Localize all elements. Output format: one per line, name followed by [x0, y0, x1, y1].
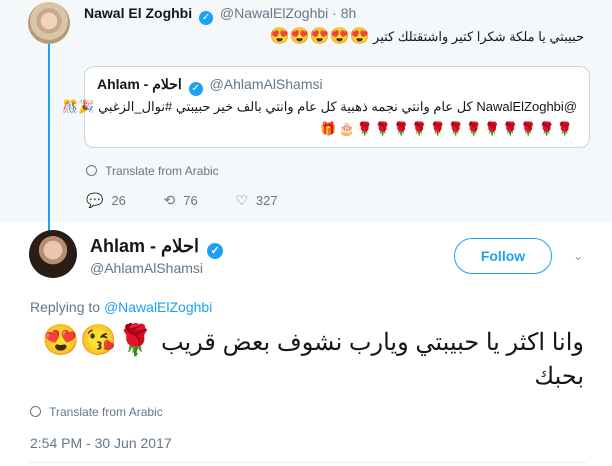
quoted-emoji-row: 🎁🎂🌹🌹🌹🌹🌹🌹🌹🌹🌹🌹🌹🌹	[320, 121, 575, 136]
retweet-count: 76	[183, 193, 198, 208]
tweet-time[interactable]: 8h	[341, 5, 357, 21]
thread-line	[48, 42, 50, 242]
tweet-text-body: وانا اكثر يا حبيبتي ويارب نشوف بعض قريب	[160, 329, 584, 356]
quoted-author-handle: @AhlamAlShamsi	[209, 76, 323, 92]
tweet-text: وانا اكثر يا حبيبتي ويارب نشوف بعض قريب …	[24, 324, 584, 394]
tweet-timestamp[interactable]: 2:54 PM - 30 Jun 2017	[30, 435, 172, 451]
verified-badge-icon: ✓	[207, 243, 224, 259]
tweet-actions: 💬 26 ⟲ 76 ♡ 327	[86, 192, 312, 209]
parent-tweet[interactable]: Nawal El Zoghbi ✓ @NawalElZoghbi · 8h حب…	[0, 0, 612, 242]
reply-icon: 💬	[86, 192, 104, 208]
emoji-group: 🌹😘😍	[42, 324, 155, 357]
translate-link[interactable]: Translate from Arabic	[30, 405, 163, 419]
separator: ·	[332, 5, 337, 21]
like-button[interactable]: ♡ 327	[235, 192, 277, 209]
tweet-text-line2: بحبك	[534, 363, 584, 390]
heart-icon: ♡	[235, 192, 248, 208]
emoji-group: 😍😍😍😍😍	[269, 28, 370, 45]
tweet-text-line1: وانا اكثر يا حبيبتي ويارب نشوف بعض قريب …	[24, 324, 584, 360]
quoted-tweet-text: @NawalElZoghbi كل عام وانتي نجمه ذهبية ك…	[62, 99, 577, 115]
follow-button[interactable]: Follow	[454, 238, 552, 274]
quoted-tweet[interactable]: Ahlam - احلام ✓ @AhlamAlShamsi @NawalElZ…	[62, 66, 590, 148]
translate-label: Translate from Arabic	[105, 164, 219, 178]
verified-badge-icon: ✓	[188, 82, 203, 96]
replying-handle-link[interactable]: @NawalElZoghbi	[104, 299, 212, 315]
translate-label: Translate from Arabic	[49, 405, 163, 419]
author-name[interactable]: Ahlam - احلام	[90, 236, 199, 256]
retweet-button[interactable]: ⟲ 76	[164, 192, 198, 209]
emoji-group: 🎉🎊	[62, 99, 95, 114]
like-count: 327	[255, 193, 278, 208]
verified-badge-icon: ✓	[199, 11, 214, 25]
globe-icon	[30, 406, 41, 417]
quoted-author-name: Ahlam - احلام	[97, 76, 182, 92]
author-handle[interactable]: @NawalElZoghbi	[220, 5, 328, 21]
retweet-icon: ⟲	[163, 192, 176, 208]
globe-icon	[86, 165, 97, 176]
replying-prefix: Replying to	[30, 299, 101, 315]
divider	[28, 462, 586, 463]
quoted-tweet-header: Ahlam - احلام ✓ @AhlamAlShamsi	[97, 76, 323, 96]
tweet-text: حبيبتي يا ملكة شكرا كتير واشتقتلك كتير 😍…	[270, 26, 584, 46]
quoted-tweet-text-body: @NawalElZoghbi كل عام وانتي نجمه ذهبية ك…	[98, 99, 577, 114]
translate-link[interactable]: Translate from Arabic	[86, 164, 219, 178]
reply-count: 26	[111, 193, 126, 208]
avatar[interactable]	[28, 2, 70, 44]
author-name-row[interactable]: Ahlam - احلام ✓	[90, 236, 226, 259]
author-name[interactable]: Nawal El Zoghbi	[84, 5, 192, 21]
reply-button[interactable]: 💬 26	[86, 192, 126, 209]
replying-to: Replying to @NawalElZoghbi	[30, 299, 212, 315]
author-handle[interactable]: @AhlamAlShamsi	[90, 260, 203, 276]
parent-tweet-header: Nawal El Zoghbi ✓ @NawalElZoghbi · 8h	[84, 5, 356, 25]
chevron-down-icon[interactable]: ⌄	[571, 249, 585, 263]
tweet-text-body: حبيبتي يا ملكة شكرا كتير واشتقتلك كتير	[373, 29, 584, 44]
avatar[interactable]	[29, 230, 77, 278]
